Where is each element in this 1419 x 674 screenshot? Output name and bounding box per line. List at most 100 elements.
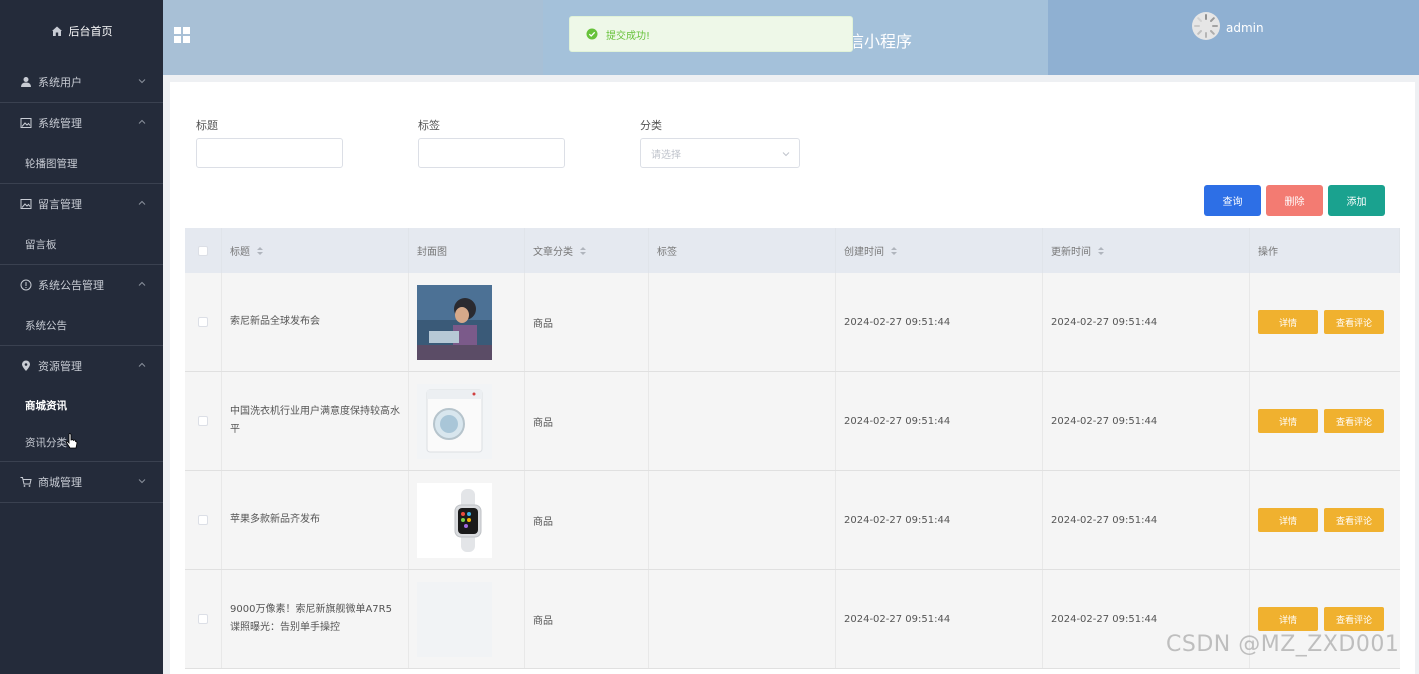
column-header-updated[interactable]: 更新时间	[1043, 228, 1250, 273]
chevron-down-icon	[782, 152, 790, 157]
sidebar-group-notices: 系统公告管理 系统公告	[0, 265, 163, 346]
view-comments-button[interactable]: 查看评论	[1324, 607, 1384, 631]
tag-cell	[649, 273, 836, 371]
row-category: 商品	[533, 615, 553, 627]
chevron-up-icon	[138, 200, 146, 205]
created-cell: 2024-02-27 09:51:44	[836, 471, 1043, 569]
header-right: admin	[1048, 0, 1419, 75]
row-category: 商品	[533, 318, 553, 330]
tag-cell	[649, 471, 836, 569]
select-all-checkbox[interactable]	[198, 245, 208, 256]
row-title: 苹果多款新品齐发布	[230, 514, 320, 525]
user-icon	[21, 77, 31, 87]
avatar[interactable]	[1192, 12, 1220, 40]
news-table: 标题 封面图 文章分类 标签 创建时间 更新时间 操作 索尼新品全球发布会 商品…	[185, 228, 1400, 669]
sidebar-item-system-manage[interactable]: 系统管理	[0, 103, 163, 143]
tag-cell	[649, 570, 836, 668]
info-icon	[20, 279, 32, 291]
chevron-down-icon	[138, 479, 146, 484]
view-comments-button[interactable]: 查看评论	[1324, 409, 1384, 433]
row-title: 9000万像素！索尼新旗舰微单A7R5谍照曝光：告别单手操控	[230, 604, 392, 633]
cover-image	[417, 284, 492, 360]
cover-cell	[409, 471, 525, 569]
sidebar-item-message-manage[interactable]: 留言管理	[0, 184, 163, 224]
sort-icon[interactable]	[890, 246, 898, 256]
sidebar-item-system-notice[interactable]: 系统公告	[0, 305, 163, 345]
location-icon	[22, 360, 30, 371]
row-checkbox[interactable]	[198, 515, 208, 525]
cover-image	[417, 482, 492, 558]
image-icon	[20, 199, 32, 209]
category-cell: 商品	[525, 471, 649, 569]
grid-menu-icon[interactable]	[174, 27, 190, 43]
column-header-label: 标题	[230, 247, 250, 258]
table-row: 苹果多款新品齐发布 商品 2024-02-27 09:51:44 2024-02…	[185, 471, 1400, 570]
row-checkbox[interactable]	[198, 317, 208, 327]
category-select[interactable]: 请选择	[640, 138, 800, 168]
add-button[interactable]: 添加	[1328, 185, 1385, 216]
row-title: 中国洗衣机行业用户满意度保持较高水平	[230, 406, 400, 435]
category-cell: 商品	[525, 273, 649, 371]
sidebar-item-message-board[interactable]: 留言板	[0, 224, 163, 264]
created-cell: 2024-02-27 09:51:44	[836, 273, 1043, 371]
sidebar-group-mall: 商城管理	[0, 462, 163, 503]
actions-cell: 详情 查看评论	[1250, 471, 1400, 569]
title-filter-input[interactable]	[196, 138, 343, 168]
loading-spinner-icon	[1194, 14, 1218, 38]
row-created: 2024-02-27 09:51:44	[844, 415, 951, 427]
title-cell: 苹果多款新品齐发布	[222, 471, 409, 569]
header-select-all	[185, 228, 222, 273]
row-updated: 2024-02-27 09:51:44	[1051, 514, 1158, 526]
sidebar-group-resources: 资源管理 商城资讯 资讯分类	[0, 346, 163, 462]
tag-cell	[649, 372, 836, 470]
view-comments-button[interactable]: 查看评论	[1324, 310, 1384, 334]
row-select-cell	[185, 372, 222, 470]
sidebar-item-system-users[interactable]: 系统用户	[0, 62, 163, 102]
row-created: 2024-02-27 09:51:44	[844, 316, 951, 328]
row-checkbox[interactable]	[198, 416, 208, 426]
created-cell: 2024-02-27 09:51:44	[836, 570, 1043, 668]
column-header-cover: 封面图	[409, 228, 525, 273]
view-comments-button[interactable]: 查看评论	[1324, 508, 1384, 532]
title-cell: 中国洗衣机行业用户满意度保持较高水平	[222, 372, 409, 470]
app-title: 信小程序	[848, 32, 913, 51]
title-cell: 9000万像素！索尼新旗舰微单A7R5谍照曝光：告别单手操控	[222, 570, 409, 668]
detail-button[interactable]: 详情	[1258, 409, 1318, 433]
detail-button[interactable]: 详情	[1258, 607, 1318, 631]
row-checkbox[interactable]	[198, 614, 208, 624]
category-cell: 商品	[525, 372, 649, 470]
cover-cell	[409, 570, 525, 668]
sidebar-item-resource-manage[interactable]: 资源管理	[0, 346, 163, 386]
tag-filter-input[interactable]	[418, 138, 565, 168]
header-left	[163, 0, 543, 75]
sidebar-item-carousel[interactable]: 轮播图管理	[0, 143, 163, 183]
category-select-placeholder: 请选择	[651, 149, 681, 161]
row-select-cell	[185, 273, 222, 371]
sidebar-item-mall-manage[interactable]: 商城管理	[0, 462, 163, 502]
column-header-category[interactable]: 文章分类	[525, 228, 649, 273]
table-header: 标题 封面图 文章分类 标签 创建时间 更新时间 操作	[185, 228, 1400, 273]
created-cell: 2024-02-27 09:51:44	[836, 372, 1043, 470]
sort-icon[interactable]	[579, 246, 587, 256]
query-button[interactable]: 查询	[1204, 185, 1261, 216]
column-header-title[interactable]: 标题	[222, 228, 409, 273]
column-header-label: 操作	[1258, 247, 1278, 258]
detail-button[interactable]: 详情	[1258, 508, 1318, 532]
detail-button[interactable]: 详情	[1258, 310, 1318, 334]
cover-cell	[409, 273, 525, 371]
sidebar-home[interactable]: 后台首页	[0, 0, 163, 62]
sort-icon[interactable]	[1097, 246, 1105, 256]
username[interactable]: admin	[1226, 21, 1264, 35]
sidebar-item-label: 系统管理	[38, 117, 82, 130]
content-card: 标题 标签 分类 请选择 查询 删除 添加 标题 封面图 文章分类 标签 创建时…	[170, 82, 1415, 674]
sidebar-item-notice-manage[interactable]: 系统公告管理	[0, 265, 163, 305]
pointer-cursor-icon	[65, 433, 78, 449]
sidebar-item-label: 资源管理	[38, 360, 82, 373]
sidebar-item-news-category[interactable]: 资讯分类	[0, 424, 163, 461]
tag-filter-label: 标签	[418, 119, 440, 132]
column-header-created[interactable]: 创建时间	[836, 228, 1043, 273]
chevron-up-icon	[138, 362, 146, 367]
sort-icon[interactable]	[256, 246, 264, 256]
delete-button[interactable]: 删除	[1266, 185, 1323, 216]
sidebar-item-mall-news[interactable]: 商城资讯	[0, 386, 163, 424]
